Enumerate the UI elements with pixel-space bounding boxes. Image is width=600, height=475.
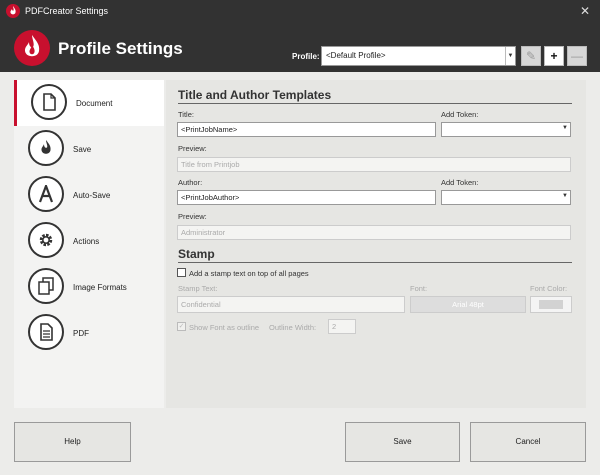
profile-dropdown[interactable]: <Default Profile> ▼ <box>321 46 516 66</box>
sidebar-item-image-formats[interactable]: Image Formats <box>14 264 164 310</box>
stacked-pages-icon <box>28 268 64 304</box>
outline-width-label: Outline Width: <box>269 323 317 332</box>
page-title: Profile Settings <box>58 39 183 58</box>
sidebar: Document Save Auto-Save Actions Image Fo… <box>14 80 164 408</box>
font-color-swatch <box>530 296 572 313</box>
remove-profile-button[interactable]: — <box>567 46 587 66</box>
help-button[interactable]: Help <box>14 422 131 462</box>
minus-icon: — <box>571 49 583 63</box>
document-settings-panel: Title and Author Templates Title: Add To… <box>166 80 586 408</box>
title-preview-label: Preview: <box>178 144 207 153</box>
window-title: PDFCreator Settings <box>25 6 109 16</box>
pdf-document-icon <box>28 314 64 350</box>
font-label: Font: <box>410 284 428 293</box>
sidebar-item-label: Actions <box>73 237 100 246</box>
save-button[interactable]: Save <box>345 422 460 462</box>
plus-icon: + <box>550 49 558 63</box>
chevron-down-icon: ▼ <box>562 193 568 199</box>
sidebar-item-label: Image Formats <box>73 283 127 292</box>
add-profile-button[interactable]: + <box>544 46 564 66</box>
profile-label: Profile: <box>292 52 320 61</box>
letter-a-icon <box>28 176 64 212</box>
stamp-checkbox[interactable] <box>177 268 186 277</box>
chevron-down-icon: ▼ <box>562 125 568 131</box>
author-add-token-dropdown[interactable]: ▼ <box>441 190 571 205</box>
author-template-input[interactable]: <PrintJobAuthor> <box>177 190 436 205</box>
sidebar-item-auto-save[interactable]: Auto-Save <box>14 172 164 218</box>
pdfcreator-flame-logo <box>14 30 50 66</box>
stamp-checkbox-label: Add a stamp text on top of all pages <box>189 269 309 278</box>
outline-width-input: 2 <box>328 319 356 334</box>
sidebar-item-label: Auto-Save <box>73 191 111 200</box>
sidebar-item-label: Save <box>73 145 92 154</box>
templates-section-title: Title and Author Templates <box>178 88 332 102</box>
document-icon <box>31 84 67 120</box>
author-label: Author: <box>178 178 203 187</box>
sidebar-item-save[interactable]: Save <box>14 126 164 172</box>
flame-icon <box>28 130 64 166</box>
sidebar-item-document[interactable]: Document <box>14 80 164 126</box>
title-label: Title: <box>178 110 194 119</box>
sidebar-item-actions[interactable]: Actions <box>14 218 164 264</box>
section-divider <box>178 103 572 104</box>
sidebar-item-pdf[interactable]: PDF <box>14 310 164 356</box>
profile-selected-value: <Default Profile> <box>326 51 386 60</box>
close-icon[interactable]: ✕ <box>570 0 600 22</box>
font-color-label: Font Color: <box>530 284 568 293</box>
outline-checkbox: ✓ <box>177 322 186 331</box>
section-divider <box>178 262 572 263</box>
profile-header: Profile Settings Profile: <Default Profi… <box>0 22 600 72</box>
stamp-text-input: Confidential <box>177 296 405 313</box>
rename-profile-button[interactable]: ✎ <box>521 46 541 66</box>
stamp-section-title: Stamp <box>178 247 215 261</box>
title-preview-field: Title from Printjob <box>177 157 571 172</box>
title-template-input[interactable]: <PrintJobName> <box>177 122 436 137</box>
sidebar-item-label: PDF <box>73 329 89 338</box>
cancel-button[interactable]: Cancel <box>470 422 586 462</box>
add-token-label: Add Token: <box>441 178 479 187</box>
author-preview-field: Administrator <box>177 225 571 240</box>
chevron-down-icon: ▼ <box>505 47 515 65</box>
title-bar: PDFCreator Settings ✕ <box>0 0 600 22</box>
add-token-label: Add Token: <box>441 110 479 119</box>
sidebar-item-label: Document <box>76 99 113 108</box>
outline-checkbox-label: Show Font as outline <box>189 323 260 332</box>
pdfcreator-logo-icon <box>6 4 20 18</box>
gear-icon <box>28 222 64 258</box>
author-preview-label: Preview: <box>178 212 207 221</box>
title-add-token-dropdown[interactable]: ▼ <box>441 122 571 137</box>
stamp-text-label: Stamp Text: <box>178 284 218 293</box>
pencil-icon: ✎ <box>525 49 537 63</box>
font-select-button: Arial 48pt <box>410 296 526 313</box>
